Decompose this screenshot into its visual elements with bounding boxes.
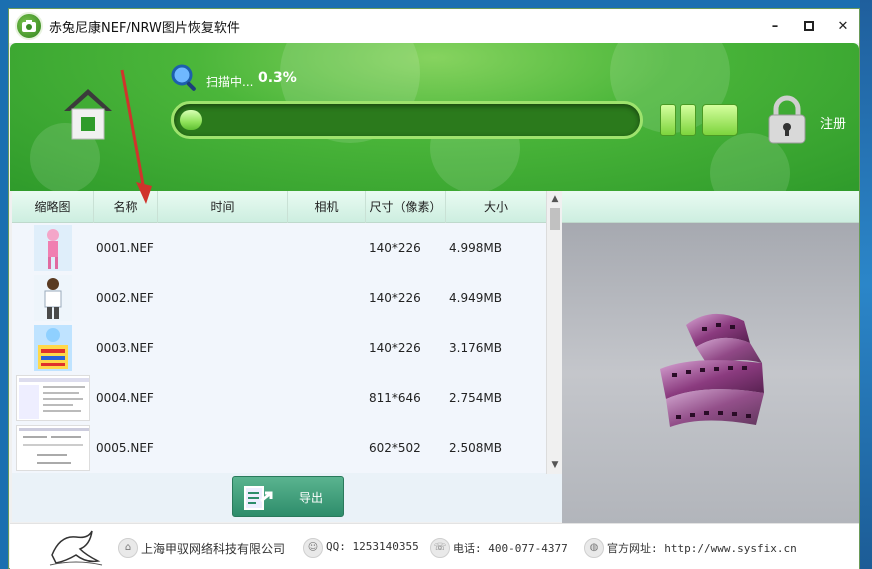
qq-number: QQ: 1253140355 bbox=[326, 540, 419, 553]
table-row[interactable]: 0001.NEF 140*226 4.998MB bbox=[12, 223, 546, 273]
cell-pixel-size: 140*226 bbox=[369, 291, 421, 305]
maximize-button[interactable] bbox=[801, 18, 817, 34]
scroll-thumb[interactable] bbox=[550, 208, 560, 230]
export-icon bbox=[244, 486, 273, 510]
phone-icon: ☏ bbox=[430, 538, 450, 558]
thumbnail-image bbox=[16, 375, 90, 421]
cell-name: 0004.NEF bbox=[96, 391, 154, 405]
scan-header: 扫描中... 0.3% 注册 bbox=[10, 43, 859, 191]
preview-panel bbox=[562, 223, 859, 523]
phone-number: 电话: 400-077-4377 bbox=[453, 542, 568, 555]
export-area: 导出 bbox=[12, 476, 562, 522]
website-link[interactable]: 官方网址: http://www.sysfix.cn bbox=[607, 540, 797, 556]
col-size[interactable]: 大小 bbox=[446, 191, 546, 223]
thumbnail-image bbox=[34, 325, 72, 371]
cell-name: 0002.NEF bbox=[96, 291, 154, 305]
cell-name: 0005.NEF bbox=[96, 441, 154, 455]
thumbnail-image bbox=[16, 425, 90, 471]
table-body: 0001.NEF 140*226 4.998MB 0002.NEF 140*22… bbox=[12, 223, 546, 473]
film-reel-icon bbox=[660, 313, 764, 427]
globe-icon: ◍ bbox=[584, 538, 604, 558]
qq-icon: ☺ bbox=[303, 538, 323, 558]
table-row[interactable]: 0003.NEF 140*226 3.176MB bbox=[12, 323, 546, 373]
cell-size: 3.176MB bbox=[449, 341, 502, 355]
company-icon: ⌂ bbox=[118, 538, 138, 558]
window-title: 赤兔尼康NEF/NRW图片恢复软件 bbox=[49, 20, 240, 36]
table-scrollbar[interactable]: ▲ ▼ bbox=[546, 191, 562, 474]
cell-size: 4.998MB bbox=[449, 241, 502, 255]
scroll-up-arrow[interactable]: ▲ bbox=[547, 191, 563, 207]
file-table: 缩略图 名称 时间 相机 尺寸（像素） 大小 0001.NEF 140*226 … bbox=[12, 191, 562, 476]
app-logo-icon bbox=[15, 12, 43, 40]
maximize-icon bbox=[804, 21, 814, 31]
scroll-down-arrow[interactable]: ▼ bbox=[547, 457, 563, 473]
magnifier-icon bbox=[171, 64, 196, 91]
company-logo bbox=[49, 530, 103, 566]
cell-size: 2.508MB bbox=[449, 441, 502, 455]
title-bar: 赤兔尼康NEF/NRW图片恢复软件 – ✕ bbox=[9, 9, 859, 43]
preview-header bbox=[562, 191, 859, 223]
table-header: 缩略图 名称 时间 相机 尺寸（像素） 大小 bbox=[12, 191, 546, 223]
table-row[interactable]: 0004.NEF 811*646 2.754MB bbox=[12, 373, 546, 423]
export-button[interactable]: 导出 bbox=[232, 476, 344, 517]
register-lock-button[interactable] bbox=[766, 95, 808, 145]
app-window: 赤兔尼康NEF/NRW图片恢复软件 – ✕ 扫描中... 0.3% 注册 缩略图… bbox=[8, 8, 860, 569]
cell-pixel-size: 140*226 bbox=[369, 341, 421, 355]
table-row[interactable]: 0002.NEF 140*226 4.949MB bbox=[12, 273, 546, 323]
home-button[interactable] bbox=[62, 87, 114, 143]
desktop-background bbox=[860, 0, 872, 569]
table-row[interactable]: 0005.NEF 602*502 2.508MB bbox=[12, 423, 546, 473]
scan-progress-fill bbox=[180, 110, 202, 130]
pause-button[interactable] bbox=[660, 104, 696, 136]
footer-bar: ⌂ 上海甲驭网络科技有限公司 ☺ QQ: 1253140355 ☏ 电话: 40… bbox=[10, 523, 859, 569]
col-pixel-size[interactable]: 尺寸（像素） bbox=[366, 191, 446, 223]
close-button[interactable]: ✕ bbox=[835, 18, 851, 34]
scan-label: 扫描中... bbox=[206, 75, 254, 89]
lock-icon bbox=[768, 95, 806, 144]
stop-button[interactable] bbox=[702, 104, 738, 136]
cell-name: 0003.NEF bbox=[96, 341, 154, 355]
cell-name: 0001.NEF bbox=[96, 241, 154, 255]
col-time[interactable]: 时间 bbox=[158, 191, 288, 223]
cell-pixel-size: 140*226 bbox=[369, 241, 421, 255]
pause-icon bbox=[660, 104, 676, 136]
scan-progress-bar bbox=[171, 101, 643, 139]
cell-size: 2.754MB bbox=[449, 391, 502, 405]
cell-size: 4.949MB bbox=[449, 291, 502, 305]
company-name: 上海甲驭网络科技有限公司 bbox=[141, 542, 286, 556]
col-thumbnail[interactable]: 缩略图 bbox=[12, 191, 94, 223]
col-camera[interactable]: 相机 bbox=[288, 191, 366, 223]
minimize-button[interactable]: – bbox=[767, 18, 783, 34]
cell-pixel-size: 811*646 bbox=[369, 391, 421, 405]
export-label: 导出 bbox=[299, 491, 324, 505]
thumbnail-image bbox=[34, 275, 72, 321]
home-icon bbox=[64, 89, 112, 140]
register-link[interactable]: 注册 bbox=[820, 113, 846, 132]
cell-pixel-size: 602*502 bbox=[369, 441, 421, 455]
scan-percent: 0.3% bbox=[258, 70, 297, 86]
col-name[interactable]: 名称 bbox=[94, 191, 158, 223]
thumbnail-image bbox=[34, 225, 72, 271]
